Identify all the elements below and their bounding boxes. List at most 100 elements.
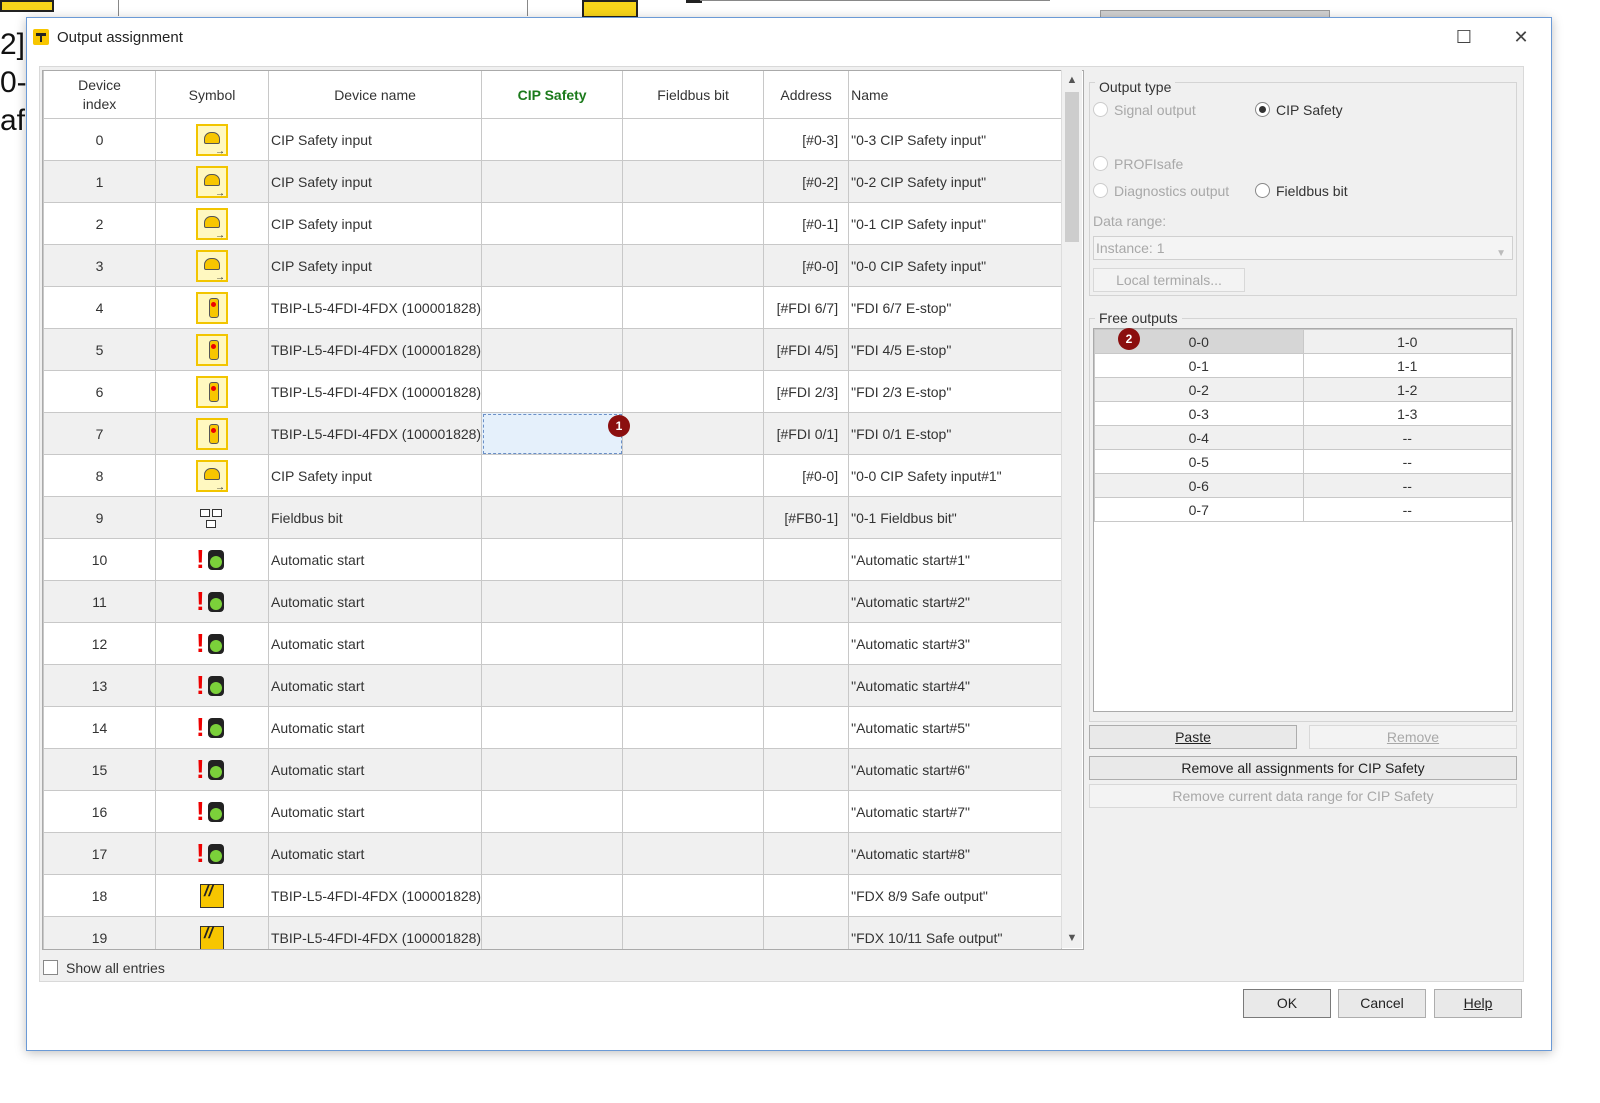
cell-fieldbus-bit[interactable] [622,118,765,161]
cell-device-index[interactable]: 11 [43,580,156,623]
radio-profisafe[interactable]: PROFIsafe [1093,156,1183,172]
remove-button[interactable]: Remove [1309,725,1517,749]
cell-name[interactable]: "0-1 CIP Safety input" [848,202,1063,245]
free-output-cell[interactable]: 1-0 [1302,329,1512,354]
cell-cip-safety[interactable] [481,412,624,455]
header-address[interactable]: Address [763,71,850,119]
table-row[interactable]: 12! Automatic start "Automatic start#3" [43,622,1063,665]
free-output-cell[interactable]: 0-3 [1094,401,1304,426]
cell-symbol[interactable] [155,454,269,497]
cell-device-name[interactable]: CIP Safety input [267,160,483,203]
table-row[interactable]: 8 CIP Safety input [#0-0]"0-0 CIP Safety i… [43,454,1063,497]
free-output-cell[interactable]: 0-6 [1094,473,1304,498]
cell-fieldbus-bit[interactable] [622,622,765,665]
cell-cip-safety[interactable] [481,664,624,707]
cell-address[interactable] [763,832,850,875]
table-row[interactable]: 16! Automatic start "Automatic start#7" [43,790,1063,833]
free-output-row[interactable]: 0-1 1-1 [1094,353,1512,378]
cell-address[interactable]: [#0-1] [763,202,850,245]
cell-symbol[interactable] [155,412,269,455]
cell-fieldbus-bit[interactable] [622,160,765,203]
cell-name[interactable]: "0-2 CIP Safety input" [848,160,1063,203]
free-output-cell[interactable]: 1-3 [1302,401,1512,426]
radio-fieldbus-bit[interactable]: Fieldbus bit [1255,183,1348,199]
cell-fieldbus-bit[interactable] [622,748,765,791]
cell-symbol[interactable] [155,916,269,949]
cell-symbol[interactable]: ! [155,790,269,833]
cell-symbol[interactable]: ! [155,706,269,749]
cell-symbol[interactable] [155,244,269,287]
cell-address[interactable] [763,580,850,623]
cell-symbol[interactable]: ! [155,538,269,581]
cell-device-index[interactable]: 5 [43,328,156,371]
cell-name[interactable]: "FDI 6/7 E-stop" [848,286,1063,329]
free-output-cell[interactable]: 0-7 [1094,497,1304,522]
header-symbol[interactable]: Symbol [155,71,269,119]
cell-name[interactable]: "Automatic start#2" [848,580,1063,623]
free-output-cell[interactable]: -- [1302,473,1512,498]
cell-cip-safety[interactable] [481,874,624,917]
scroll-up-icon[interactable]: ▲ [1062,70,1082,90]
cell-device-name[interactable]: CIP Safety input [267,118,483,161]
cell-address[interactable] [763,622,850,665]
cell-device-name[interactable]: Fieldbus bit [267,496,483,539]
table-row[interactable]: 10! Automatic start "Automatic start#1" [43,538,1063,581]
cell-device-index[interactable]: 18 [43,874,156,917]
cell-cip-safety[interactable] [481,538,624,581]
paste-button[interactable]: Paste [1089,725,1297,749]
cell-fieldbus-bit[interactable] [622,496,765,539]
cell-cip-safety[interactable] [481,916,624,949]
cell-cip-safety[interactable] [481,244,624,287]
cell-symbol[interactable]: ! [155,748,269,791]
cell-device-index[interactable]: 16 [43,790,156,833]
cancel-button[interactable]: Cancel [1338,989,1426,1018]
free-output-row[interactable]: 0-2 1-2 [1094,377,1512,402]
cell-device-index[interactable]: 9 [43,496,156,539]
cell-cip-safety[interactable] [481,622,624,665]
cell-device-name[interactable]: TBIP-L5-4FDI-4FDX (100001828) [267,286,483,329]
cell-symbol[interactable] [155,160,269,203]
cell-fieldbus-bit[interactable] [622,412,765,455]
cell-device-index[interactable]: 6 [43,370,156,413]
data-range-select[interactable]: Instance: 1 ▼ [1093,236,1513,260]
free-output-cell[interactable]: 0-4 [1094,425,1304,450]
free-output-cell[interactable]: -- [1302,449,1512,474]
cell-device-index[interactable]: 2 [43,202,156,245]
cell-device-name[interactable]: CIP Safety input [267,202,483,245]
cell-symbol[interactable] [155,202,269,245]
cell-fieldbus-bit[interactable] [622,538,765,581]
cell-name[interactable]: "FDI 4/5 E-stop" [848,328,1063,371]
cell-device-name[interactable]: CIP Safety input [267,454,483,497]
cell-address[interactable]: [#FDI 2/3] [763,370,850,413]
cell-device-name[interactable]: TBIP-L5-4FDI-4FDX (100001828) [267,370,483,413]
cell-address[interactable]: [#FB0-1] [763,496,850,539]
cell-fieldbus-bit[interactable] [622,286,765,329]
remove-all-assignments-button[interactable]: Remove all assignments for CIP Safety [1089,756,1517,780]
cell-symbol[interactable]: ! [155,580,269,623]
cell-name[interactable]: "FDX 8/9 Safe output" [848,874,1063,917]
cell-name[interactable]: "0-1 Fieldbus bit" [848,496,1063,539]
cell-address[interactable] [763,790,850,833]
free-output-cell[interactable]: 1-1 [1302,353,1512,378]
table-row[interactable]: 1 CIP Safety input [#0-2]"0-2 CIP Safety i… [43,160,1063,203]
cell-device-name[interactable]: CIP Safety input [267,244,483,287]
show-all-entries-checkbox[interactable]: Show all entries [43,960,165,976]
cell-symbol[interactable] [155,370,269,413]
cell-cip-safety[interactable] [481,748,624,791]
free-output-cell[interactable]: -- [1302,425,1512,450]
cell-fieldbus-bit[interactable] [622,790,765,833]
free-outputs-list[interactable]: 0-0 1-0 0-1 1-1 0-2 1-2 0-3 1-3 0-4 -- 0-5 -- 0-6 -- 0… [1093,328,1513,712]
cell-name[interactable]: "Automatic start#6" [848,748,1063,791]
cell-cip-safety[interactable] [481,286,624,329]
cell-cip-safety[interactable] [481,580,624,623]
grid-vertical-scrollbar[interactable]: ▲ ▼ [1061,70,1082,948]
cell-cip-safety[interactable] [481,118,624,161]
table-row[interactable]: 5 TBIP-L5-4FDI-4FDX (100001828) [#FDI 4/5]… [43,328,1063,371]
cell-fieldbus-bit[interactable] [622,580,765,623]
cell-cip-safety[interactable] [481,832,624,875]
free-output-cell[interactable]: 0-2 [1094,377,1304,402]
cell-address[interactable] [763,664,850,707]
free-output-row[interactable]: 0-5 -- [1094,449,1512,474]
table-row[interactable]: 0 CIP Safety input [#0-3]"0-3 CIP Safety i… [43,118,1063,161]
table-row[interactable]: 18 TBIP-L5-4FDI-4FDX (100001828) "FDX 8/9 … [43,874,1063,917]
